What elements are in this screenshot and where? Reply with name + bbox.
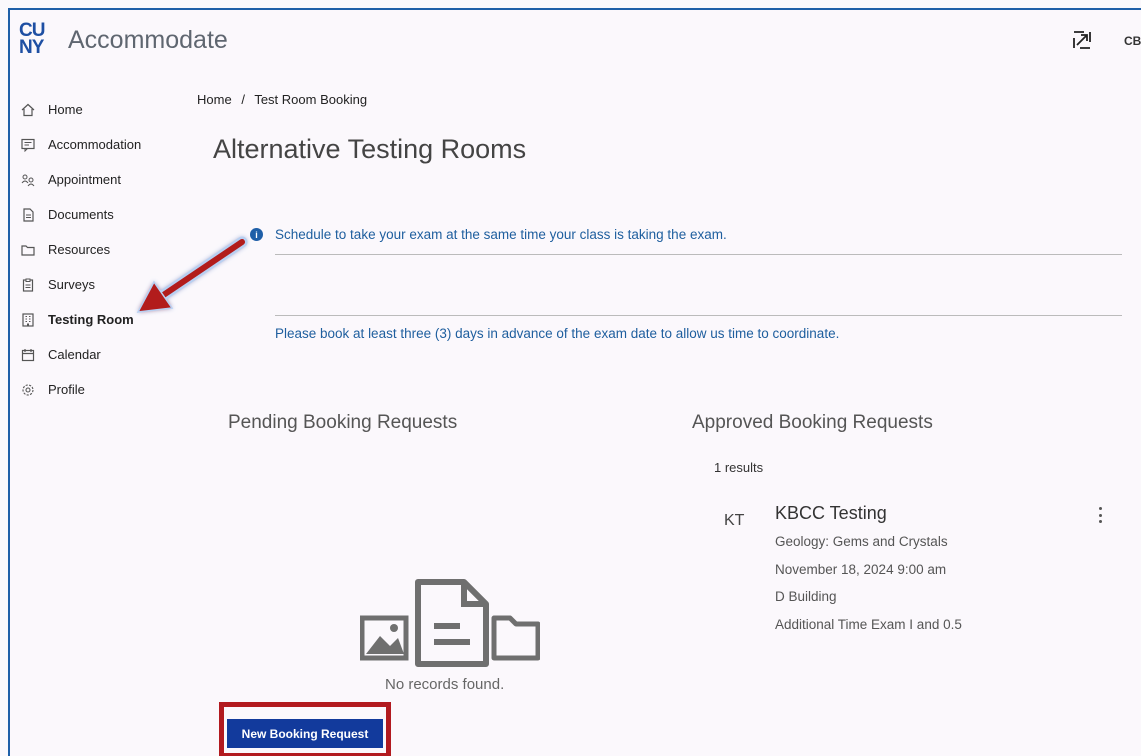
sidebar-item-label: Appointment bbox=[48, 172, 121, 187]
info-message: i Schedule to take your exam at the same… bbox=[250, 227, 727, 242]
sidebar-item-label: Home bbox=[48, 102, 83, 117]
annotation-arrow-icon bbox=[136, 236, 248, 313]
breadcrumb: Home / Test Room Booking bbox=[197, 92, 373, 107]
booking-accommodation: Additional Time Exam I and 0.5 bbox=[775, 617, 962, 632]
new-booking-request-button[interactable]: New Booking Request bbox=[227, 719, 383, 748]
sidebar-item-label: Documents bbox=[48, 207, 114, 222]
logo-line-2: NY bbox=[19, 37, 44, 58]
sidebar-item-accommodation[interactable]: Accommodation bbox=[20, 127, 190, 162]
breadcrumb-current: Test Room Booking bbox=[254, 92, 368, 107]
booking-note: Please book at least three (3) days in a… bbox=[275, 326, 840, 341]
sidebar-item-label: Calendar bbox=[48, 347, 101, 362]
info-icon: i bbox=[250, 228, 263, 241]
sidebar-item-label: Accommodation bbox=[48, 137, 142, 152]
document-icon bbox=[20, 207, 36, 223]
divider bbox=[275, 254, 1122, 255]
approved-requests-title: Approved Booking Requests bbox=[692, 412, 933, 433]
results-count: 1 results bbox=[714, 460, 764, 475]
divider bbox=[275, 315, 1122, 316]
no-records-text: No records found. bbox=[385, 676, 505, 693]
home-icon bbox=[20, 102, 36, 118]
chat-icon bbox=[20, 137, 36, 153]
booking-datetime: November 18, 2024 9:00 am bbox=[775, 562, 947, 577]
sidebar-item-profile[interactable]: Profile bbox=[20, 372, 190, 407]
booking-location: D Building bbox=[775, 589, 837, 604]
clipboard-icon bbox=[20, 277, 36, 293]
app-title: Accommodate bbox=[68, 26, 228, 54]
sidebar-item-home[interactable]: Home bbox=[20, 92, 190, 127]
pending-requests-title: Pending Booking Requests bbox=[228, 412, 458, 433]
sidebar-item-label: Testing Room bbox=[48, 312, 134, 327]
sidebar-item-label: Surveys bbox=[48, 277, 95, 292]
sidebar-item-calendar[interactable]: Calendar bbox=[20, 337, 190, 372]
info-text: Schedule to take your exam at the same t… bbox=[275, 227, 727, 242]
folder-icon bbox=[20, 242, 36, 258]
calendar-icon bbox=[20, 347, 36, 363]
top-bar: CU NY Accommodate CB bbox=[18, 21, 1141, 62]
page-title: Alternative Testing Rooms bbox=[213, 134, 527, 164]
people-icon bbox=[20, 172, 36, 188]
sidebar-item-label: Resources bbox=[48, 242, 111, 257]
empty-files-icon bbox=[360, 579, 540, 667]
user-avatar[interactable]: CB bbox=[1124, 34, 1141, 48]
building-icon bbox=[20, 312, 36, 328]
more-options-icon[interactable] bbox=[1093, 505, 1107, 525]
sidebar-item-documents[interactable]: Documents bbox=[20, 197, 190, 232]
gear-icon bbox=[20, 382, 36, 398]
breadcrumb-separator: / bbox=[241, 92, 245, 107]
expand-icon[interactable] bbox=[1072, 30, 1092, 50]
cuny-logo[interactable]: CU NY bbox=[18, 21, 58, 62]
sidebar-item-appointment[interactable]: Appointment bbox=[20, 162, 190, 197]
sidebar-item-label: Profile bbox=[48, 382, 85, 397]
breadcrumb-home-link[interactable]: Home bbox=[197, 92, 232, 107]
booking-title[interactable]: KBCC Testing bbox=[775, 503, 887, 524]
avatar: KT bbox=[724, 512, 745, 529]
booking-course: Geology: Gems and Crystals bbox=[775, 534, 948, 549]
